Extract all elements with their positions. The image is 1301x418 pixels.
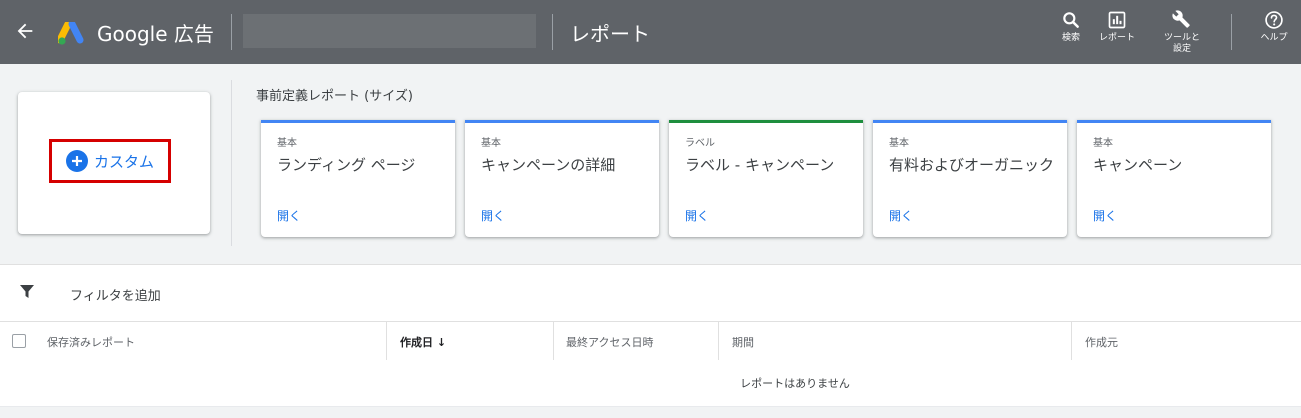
custom-report-button[interactable]: カスタム bbox=[49, 139, 171, 183]
back-arrow-icon[interactable] bbox=[14, 20, 36, 42]
select-all-checkbox[interactable] bbox=[12, 334, 26, 348]
card-category: 基本 bbox=[889, 138, 909, 149]
top-app-bar: Google 広告 レポート 検索 レポート ツールと設定 ヘルプ bbox=[0, 0, 1301, 64]
add-circle-icon bbox=[65, 150, 88, 172]
column-header-creator[interactable]: 作成元 bbox=[1085, 334, 1118, 350]
predefined-reports-title: 事前定義レポート (サイズ) bbox=[256, 89, 413, 104]
reports-table-header: 保存済みレポート 作成日 ↓ 最終アクセス日時 期間 作成元 bbox=[0, 321, 1301, 361]
card-open-link[interactable]: 開く bbox=[889, 207, 913, 224]
column-divider bbox=[718, 322, 719, 360]
card-open-link[interactable]: 開く bbox=[481, 207, 505, 224]
card-category: 基本 bbox=[1093, 138, 1113, 149]
card-open-link[interactable]: 開く bbox=[1093, 207, 1117, 224]
header-divider bbox=[1231, 14, 1232, 50]
column-header-last-accessed[interactable]: 最終アクセス日時 bbox=[566, 334, 653, 350]
empty-table-row: レポートはありません bbox=[0, 360, 1301, 407]
add-filter-button[interactable]: フィルタを追加 bbox=[70, 285, 161, 304]
search-icon bbox=[1063, 12, 1079, 28]
column-divider bbox=[1071, 322, 1072, 360]
report-card-landing-page[interactable]: 基本 ランディング ページ 開く bbox=[261, 120, 455, 237]
card-open-link[interactable]: 開く bbox=[277, 207, 301, 224]
tools-settings-label: ツールと設定 bbox=[1163, 33, 1200, 54]
card-category: 基本 bbox=[481, 138, 501, 149]
header-divider bbox=[552, 14, 553, 50]
help-icon bbox=[1265, 11, 1283, 29]
page-title: レポート bbox=[570, 22, 650, 46]
report-card-campaign-details[interactable]: 基本 キャンペーンの詳細 開く bbox=[465, 120, 659, 237]
card-category: 基本 bbox=[277, 138, 297, 149]
column-header-period[interactable]: 期間 bbox=[732, 334, 754, 350]
filter-icon[interactable] bbox=[20, 285, 34, 299]
column-divider bbox=[386, 322, 387, 360]
custom-button-label: カスタム bbox=[93, 152, 154, 171]
account-selector[interactable] bbox=[243, 14, 536, 48]
google-ads-logo-icon bbox=[58, 22, 84, 45]
card-title: ランディング ページ bbox=[277, 156, 416, 174]
column-header-saved-report[interactable]: 保存済みレポート bbox=[47, 334, 135, 350]
header-divider bbox=[231, 14, 232, 50]
tools-settings-button[interactable]: ツールと設定 bbox=[1151, 10, 1213, 55]
card-title: ラベル - キャンペーン bbox=[685, 156, 835, 174]
report-icon bbox=[1108, 11, 1126, 29]
card-category: ラベル bbox=[685, 138, 715, 149]
report-card-campaign[interactable]: 基本 キャンペーン 開く bbox=[1077, 120, 1271, 237]
help-button[interactable]: ヘルプ bbox=[1244, 10, 1301, 44]
card-title: キャンペーン bbox=[1093, 156, 1183, 174]
report-card-paid-organic[interactable]: 基本 有料およびオーガニック 開く bbox=[873, 120, 1067, 237]
wrench-icon bbox=[1172, 10, 1190, 28]
reports-tool-button[interactable]: レポート bbox=[1087, 10, 1147, 44]
filter-bar: フィルタを追加 bbox=[0, 264, 1301, 321]
card-open-link[interactable]: 開く bbox=[685, 207, 709, 224]
empty-state-message: レポートはありません bbox=[740, 377, 850, 390]
help-label: ヘルプ bbox=[1260, 33, 1288, 43]
card-title: キャンペーンの詳細 bbox=[481, 156, 616, 174]
column-header-created-date[interactable]: 作成日 ↓ bbox=[400, 334, 446, 350]
card-title: 有料およびオーガニック bbox=[889, 156, 1055, 174]
report-card-label-campaign[interactable]: ラベル ラベル - キャンペーン 開く bbox=[669, 120, 863, 237]
column-divider bbox=[553, 322, 554, 360]
section-divider bbox=[231, 80, 232, 246]
reports-tool-label: レポート bbox=[1098, 33, 1135, 43]
product-name: Google 広告 bbox=[97, 22, 214, 46]
